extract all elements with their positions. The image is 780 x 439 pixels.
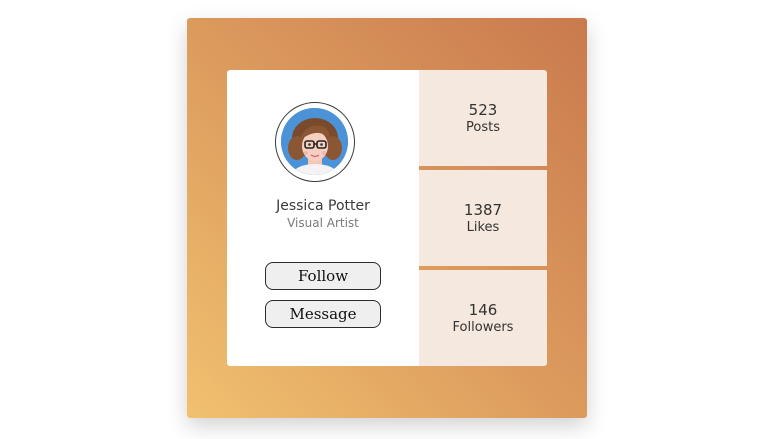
cartoon-woman-avatar-icon [281,108,348,175]
profile-role: Visual Artist [287,216,359,230]
stat-value: 146 [468,300,498,319]
stat-label: Posts [466,119,500,135]
stat-value: 1387 [463,200,503,219]
stat-likes: 1387 Likes [419,170,547,266]
stat-value: 523 [468,100,498,119]
follow-button[interactable]: Follow [265,262,381,290]
stat-followers: 146 Followers [419,270,547,366]
avatar-ring [275,102,355,182]
profile-panel: Jessica Potter Visual Artist Follow Mess… [227,70,419,366]
stat-label: Likes [466,219,500,235]
profile-card: Jessica Potter Visual Artist Follow Mess… [227,70,547,366]
avatar [281,108,348,175]
gradient-frame: Jessica Potter Visual Artist Follow Mess… [187,18,587,418]
stat-posts: 523 Posts [419,70,547,166]
profile-name: Jessica Potter [276,198,370,214]
stat-label: Followers [452,319,514,335]
stats-column: 523 Posts 1387 Likes 146 Followers [419,70,547,366]
message-button[interactable]: Message [265,300,381,328]
